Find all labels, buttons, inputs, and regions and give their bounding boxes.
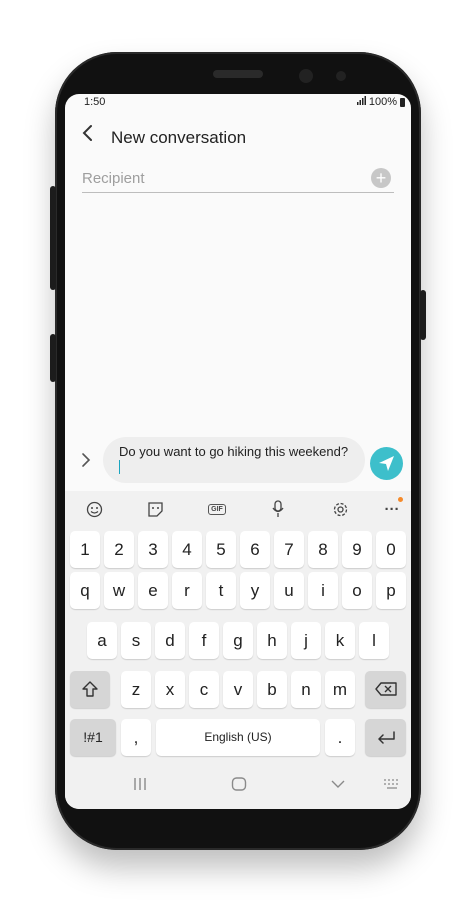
key-t[interactable]: t [206,572,236,609]
backspace-key[interactable] [365,671,406,708]
navigation-bar [65,765,411,809]
shift-key[interactable] [70,671,110,708]
key-c[interactable]: c [189,671,219,708]
status-time: 1:50 [84,96,106,108]
key-3[interactable]: 3 [138,531,168,568]
key-y[interactable]: y [240,572,270,609]
key-2[interactable]: 2 [104,531,134,568]
earpiece-speaker [213,70,263,78]
app-header: New conversation [65,116,411,156]
notification-dot [398,497,403,502]
screen: 1:50 100% New conversation + Do you want… [65,94,411,809]
recent-apps-icon[interactable] [133,777,147,796]
key-8[interactable]: 8 [308,531,338,568]
front-camera [299,69,313,83]
key-m[interactable]: m [325,671,355,708]
composer: Do you want to go hiking this weekend? [65,434,411,490]
expand-chevron-icon[interactable] [81,452,91,473]
power-button [420,290,426,340]
key-r[interactable]: r [172,572,202,609]
gif-icon[interactable]: GIF [203,497,231,521]
battery-percent: 100% [368,96,397,108]
key-u[interactable]: u [274,572,304,609]
proximity-sensor [336,71,346,81]
keyboard: GIF ··· 1 2 3 4 5 6 7 8 9 0 q w e r t y … [65,491,411,809]
key-o[interactable]: o [342,572,372,609]
comma-key[interactable]: , [121,719,151,756]
space-key[interactable]: English (US) [156,719,320,756]
send-icon [379,456,394,471]
key-e[interactable]: e [138,572,168,609]
key-f[interactable]: f [189,622,219,659]
status-right: 100% [356,96,405,108]
key-l[interactable]: l [359,622,389,659]
back-arrow-icon[interactable] [81,124,93,146]
key-7[interactable]: 7 [274,531,304,568]
emoji-icon[interactable] [80,497,108,521]
home-icon[interactable] [231,777,247,796]
key-6[interactable]: 6 [240,531,270,568]
key-b[interactable]: b [257,671,287,708]
key-0[interactable]: 0 [376,531,406,568]
message-text: Do you want to go hiking this weekend? [119,444,349,459]
keyboard-switch-icon[interactable] [383,777,401,796]
key-z[interactable]: z [121,671,151,708]
message-text-wrap: Do you want to go hiking this weekend? [119,444,349,476]
gear-icon[interactable] [326,497,354,521]
key-4[interactable]: 4 [172,531,202,568]
key-i[interactable]: i [308,572,338,609]
period-key[interactable]: . [325,719,355,756]
enter-icon [377,731,395,744]
key-k[interactable]: k [325,622,355,659]
enter-key[interactable] [365,719,406,756]
microphone-icon[interactable] [264,497,292,521]
recipient-input[interactable] [82,164,362,192]
status-bar: 1:50 100% [65,94,411,110]
key-v[interactable]: v [223,671,253,708]
key-p[interactable]: p [376,572,406,609]
key-d[interactable]: d [155,622,185,659]
key-h[interactable]: h [257,622,287,659]
key-w[interactable]: w [104,572,134,609]
volume-button [50,186,56,290]
key-a[interactable]: a [87,622,117,659]
key-g[interactable]: g [223,622,253,659]
sticker-icon[interactable] [141,497,169,521]
symbols-key[interactable]: !#1 [70,719,116,756]
hide-keyboard-icon[interactable] [330,777,346,795]
battery-icon [400,97,405,107]
page-title: New conversation [111,128,247,147]
bixby-button [50,334,56,382]
shift-icon [82,681,98,697]
message-input[interactable]: Do you want to go hiking this weekend? [103,437,365,483]
add-contact-icon[interactable]: + [371,168,391,188]
key-x[interactable]: x [155,671,185,708]
keyboard-toolbar: GIF ··· [65,491,411,527]
key-9[interactable]: 9 [342,531,372,568]
recipient-field: + [82,164,394,193]
key-s[interactable]: s [121,622,151,659]
key-q[interactable]: q [70,572,100,609]
text-cursor [119,460,120,474]
key-1[interactable]: 1 [70,531,100,568]
key-5[interactable]: 5 [206,531,236,568]
backspace-icon [374,682,397,696]
key-n[interactable]: n [291,671,321,708]
gif-label: GIF [208,503,226,515]
send-button[interactable] [370,447,403,480]
signal-icon [356,96,366,108]
key-j[interactable]: j [291,622,321,659]
